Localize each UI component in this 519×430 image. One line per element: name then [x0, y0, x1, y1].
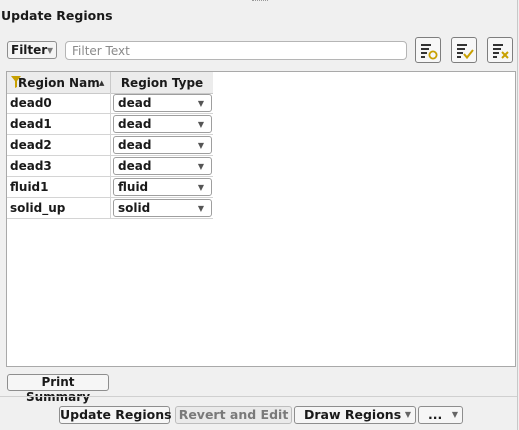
- column-header-region-name[interactable]: Region Nam ▲: [7, 72, 111, 93]
- region-name-cell: dead1: [7, 114, 111, 134]
- chevron-down-icon: ▼: [197, 141, 204, 150]
- print-summary-button[interactable]: Print Summary: [7, 374, 109, 404]
- region-type-dropdown[interactable]: fluid ▼: [113, 178, 212, 196]
- draw-regions-label: Draw Regions: [304, 407, 402, 422]
- select-all-button[interactable]: [451, 37, 477, 63]
- update-regions-button[interactable]: Update Regions: [59, 406, 172, 424]
- table-header: Region Nam ▲ Region Type: [7, 72, 213, 94]
- region-type-dropdown[interactable]: dead ▼: [113, 157, 212, 175]
- revert-and-edit-button[interactable]: Revert and Edit: [175, 406, 292, 424]
- table-row[interactable]: solid_up solid ▼: [7, 198, 213, 219]
- table-row[interactable]: dead0 dead ▼: [7, 93, 213, 114]
- region-type-dropdown[interactable]: dead ▼: [113, 94, 212, 112]
- more-options-label: ...: [428, 407, 443, 422]
- region-type-dropdown[interactable]: solid ▼: [113, 199, 212, 217]
- chevron-down-icon: ▼: [197, 99, 204, 108]
- splitter[interactable]: [517, 0, 518, 430]
- chevron-down-icon: ▼: [197, 120, 204, 129]
- region-name-cell: dead2: [7, 135, 111, 155]
- chevron-down-icon: ▼: [197, 204, 204, 213]
- chevron-down-icon: ▼: [46, 46, 53, 55]
- region-type-value: dead: [118, 159, 152, 173]
- draw-regions-button[interactable]: Draw Regions ▼: [294, 406, 416, 424]
- table-row[interactable]: dead3 dead ▼: [7, 156, 213, 177]
- column-header-region-type[interactable]: Region Type: [111, 72, 213, 93]
- region-type-value: dead: [118, 138, 152, 152]
- divider: [0, 396, 517, 397]
- list-check-icon: [457, 44, 474, 60]
- table-row[interactable]: fluid1 fluid ▼: [7, 177, 213, 198]
- region-name-cell: solid_up: [7, 198, 111, 218]
- region-type-value: dead: [118, 96, 152, 110]
- region-name-cell: fluid1: [7, 177, 111, 197]
- list-circle-icon: [421, 44, 438, 60]
- region-type-dropdown[interactable]: dead ▼: [113, 115, 212, 133]
- region-type-value: fluid: [118, 180, 149, 194]
- resize-grip[interactable]: [252, 0, 268, 3]
- regions-table: Region Nam ▲ Region Type dead0 dead ▼ dea…: [6, 71, 516, 367]
- list-x-icon: [493, 44, 509, 59]
- select-filtered-button[interactable]: [415, 37, 441, 63]
- filter-text-input[interactable]: [65, 41, 407, 60]
- region-name-cell: dead0: [7, 93, 111, 113]
- chevron-down-icon: ▼: [451, 410, 458, 419]
- table-row[interactable]: dead1 dead ▼: [7, 114, 213, 135]
- sort-ascending-icon: ▲: [99, 79, 105, 87]
- table-row[interactable]: dead2 dead ▼: [7, 135, 213, 156]
- deselect-all-button[interactable]: [487, 37, 513, 63]
- chevron-down-icon: ▼: [197, 183, 204, 192]
- chevron-down-icon: ▼: [197, 162, 204, 171]
- filter-button-label: Filter: [11, 43, 48, 57]
- region-type-value: solid: [118, 201, 151, 215]
- chevron-down-icon: ▼: [404, 410, 411, 419]
- region-name-cell: dead3: [7, 156, 111, 176]
- column-header-label: Region Nam: [18, 76, 100, 90]
- filter-menu-button[interactable]: Filter ▼: [7, 41, 57, 59]
- region-type-value: dead: [118, 117, 152, 131]
- more-options-button[interactable]: ... ▼: [418, 406, 463, 424]
- panel-title: Update Regions: [1, 8, 113, 23]
- region-type-dropdown[interactable]: dead ▼: [113, 136, 212, 154]
